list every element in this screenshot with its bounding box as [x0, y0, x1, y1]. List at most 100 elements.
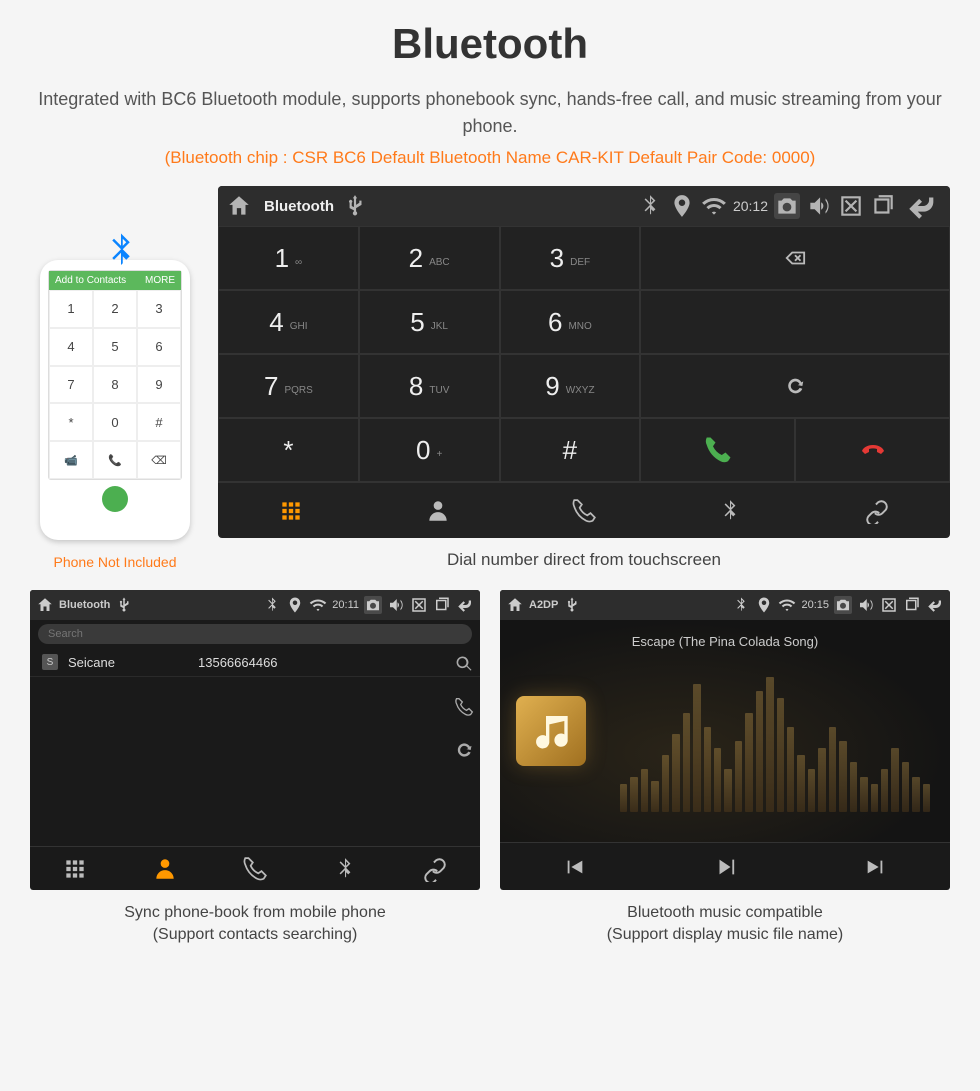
phone-key: 4 [49, 328, 93, 366]
status-time: 20:12 [733, 198, 768, 214]
tab-contacts[interactable] [120, 847, 210, 890]
phone-key: # [137, 403, 181, 441]
phone-key: 0 [93, 403, 137, 441]
volume-icon[interactable] [387, 596, 405, 614]
contact-badge: S [42, 654, 58, 670]
redial-button[interactable] [640, 354, 950, 418]
call-button[interactable] [640, 418, 795, 482]
location-icon [286, 596, 304, 614]
phone-key: 7 [49, 366, 93, 404]
dial-key-0[interactable]: 0+ [359, 418, 500, 482]
page-subtitle: Integrated with BC6 Bluetooth module, su… [30, 86, 950, 140]
recent-apps-icon[interactable] [903, 596, 921, 614]
dial-key-3[interactable]: 3DEF [500, 226, 641, 290]
close-icon[interactable] [838, 193, 864, 219]
music-screen: A2DP 20:15 Escape (The Pina Colada Song) [500, 590, 950, 890]
dial-key-7[interactable]: 7PQRS [218, 354, 359, 418]
song-title: Escape (The Pina Colada Song) [500, 634, 950, 649]
contact-name: Seicane [68, 655, 188, 670]
phonebook-caption: Sync phone-book from mobile phone(Suppor… [30, 902, 480, 947]
dial-key-6[interactable]: 6MNO [500, 290, 641, 354]
bluetooth-status-icon [637, 193, 663, 219]
status-title: Bluetooth [264, 198, 334, 215]
back-icon[interactable] [456, 596, 474, 614]
back-icon[interactable] [926, 596, 944, 614]
close-icon[interactable] [880, 596, 898, 614]
phone-home-button [102, 486, 128, 512]
equalizer-visual [620, 670, 930, 812]
usb-icon [563, 596, 581, 614]
dial-key-*[interactable]: * [218, 418, 359, 482]
usb-icon [342, 193, 368, 219]
tab-pair[interactable] [390, 847, 480, 890]
empty [640, 290, 950, 354]
dial-key-4[interactable]: 4GHI [218, 290, 359, 354]
dial-key-2[interactable]: 2ABC [359, 226, 500, 290]
tab-pair[interactable] [804, 483, 950, 538]
phone-key: 8 [93, 366, 137, 404]
phone-note: Phone Not Included [30, 554, 200, 570]
phone-key: 3 [137, 290, 181, 328]
phone-key: 6 [137, 328, 181, 366]
phonebook-screen: Bluetooth 20:11 [30, 590, 480, 890]
back-icon[interactable] [902, 193, 942, 219]
usb-icon [115, 596, 133, 614]
music-caption: Bluetooth music compatible(Support displ… [500, 902, 950, 947]
hangup-button[interactable] [795, 418, 950, 482]
tab-recent-calls[interactable] [210, 847, 300, 890]
call-icon[interactable] [454, 697, 474, 722]
page-title: Bluetooth [30, 20, 950, 68]
phone-mockup: Add to ContactsMORE 123456789*0#📹📞⌫ [40, 260, 190, 540]
tab-dialpad[interactable] [218, 483, 364, 538]
music-note-icon [516, 696, 586, 766]
home-icon[interactable] [226, 193, 252, 219]
status-time: 20:15 [801, 599, 829, 611]
phone-key: 9 [137, 366, 181, 404]
tab-bluetooth[interactable] [657, 483, 803, 538]
tab-recent-calls[interactable] [511, 483, 657, 538]
recent-apps-icon[interactable] [870, 193, 896, 219]
tab-contacts[interactable] [364, 483, 510, 538]
contact-number: 13566664466 [198, 655, 278, 670]
search-input[interactable] [38, 624, 472, 644]
phone-key: 5 [93, 328, 137, 366]
phone-key: 2 [93, 290, 137, 328]
prev-track-button[interactable] [500, 843, 650, 890]
status-time: 20:11 [332, 599, 359, 611]
dialer-caption: Dial number direct from touchscreen [218, 550, 950, 570]
sync-icon[interactable] [454, 740, 474, 765]
status-title: Bluetooth [59, 599, 110, 611]
location-icon [669, 193, 695, 219]
home-icon[interactable] [36, 596, 54, 614]
play-pause-button[interactable] [650, 843, 800, 890]
dial-key-#[interactable]: # [500, 418, 641, 482]
bluetooth-status-icon [732, 596, 750, 614]
wifi-icon [701, 193, 727, 219]
phone-more: MORE [145, 275, 175, 286]
dial-key-5[interactable]: 5JKL [359, 290, 500, 354]
status-bar: Bluetooth 20:12 [218, 186, 950, 226]
tab-bluetooth[interactable] [300, 847, 390, 890]
bluetooth-status-icon [263, 596, 281, 614]
home-icon[interactable] [506, 596, 524, 614]
contact-row[interactable]: S Seicane 13566664466 [30, 648, 480, 677]
dialer-screen: Bluetooth 20:12 1∞2ABC3 [218, 186, 950, 538]
volume-icon[interactable] [857, 596, 875, 614]
search-icon[interactable] [454, 654, 474, 679]
screenshot-icon[interactable] [364, 596, 382, 614]
dial-key-8[interactable]: 8TUV [359, 354, 500, 418]
volume-icon[interactable] [806, 193, 832, 219]
wifi-icon [309, 596, 327, 614]
location-icon [755, 596, 773, 614]
next-track-button[interactable] [800, 843, 950, 890]
dial-key-9[interactable]: 9WXYZ [500, 354, 641, 418]
tab-dialpad[interactable] [30, 847, 120, 890]
recent-apps-icon[interactable] [433, 596, 451, 614]
close-icon[interactable] [410, 596, 428, 614]
screenshot-icon[interactable] [834, 596, 852, 614]
bluetooth-specs: (Bluetooth chip : CSR BC6 Default Blueto… [30, 148, 950, 168]
screenshot-icon[interactable] [774, 193, 800, 219]
wifi-icon [778, 596, 796, 614]
phone-key: * [49, 403, 93, 441]
phone-key: 1 [49, 290, 93, 328]
